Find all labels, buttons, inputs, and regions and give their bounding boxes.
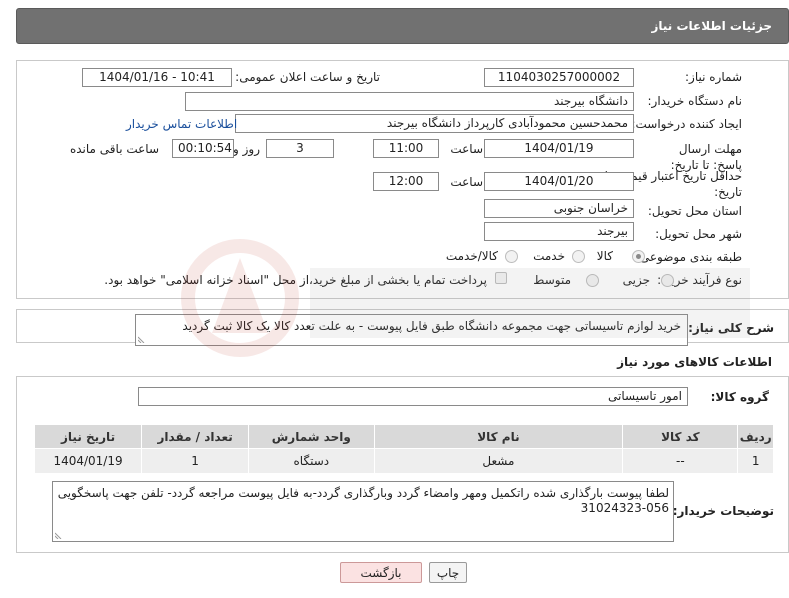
description-label: شرح کلی نیاز: <box>688 321 774 335</box>
cell-code: -- <box>622 448 739 474</box>
table-row: 1 -- مشعل دستگاه 1 1404/01/19 <box>33 448 774 474</box>
col-quantity: تعداد / مقدار <box>141 424 250 449</box>
process-minor-radio[interactable] <box>661 274 674 287</box>
goods-table: ردیف کد کالا نام کالا واحد شمارش تعداد /… <box>33 424 774 474</box>
goods-group-field: امور تاسیساتی <box>138 387 688 406</box>
remaining-label: ساعت باقی مانده <box>69 142 159 156</box>
buyer-org-field: دانشگاه بیرجند <box>185 92 634 111</box>
goods-section-title: اطلاعات کالاهای مورد نیاز <box>617 355 772 369</box>
col-date: تاریخ نیاز <box>33 424 143 449</box>
description-text: خرید لوازم تاسیساتی جهت مجموعه دانشگاه ط… <box>182 319 681 333</box>
back-button[interactable]: بازگشت <box>340 562 422 583</box>
deadline-date-field: 1404/01/19 <box>484 139 634 158</box>
need-number-label: شماره نیاز: <box>685 70 742 84</box>
province-label: استان محل تحویل: <box>647 204 742 218</box>
process-medium-radio[interactable] <box>586 274 599 287</box>
price-validity-date-field: 1404/01/20 <box>484 172 634 191</box>
category-goods-service-radio[interactable] <box>505 250 518 263</box>
days-label: روز و <box>233 142 260 156</box>
requester-label: ایجاد کننده درخواست: <box>631 117 742 131</box>
page-header: جزئیات اطلاعات نیاز <box>16 8 789 44</box>
treasury-payment-note: پرداخت تمام یا بخشی از مبلغ خرید،از محل … <box>104 273 487 287</box>
price-validity-time-field: 12:00 <box>373 172 439 191</box>
process-medium-label: متوسط <box>533 273 571 287</box>
description-textarea: خرید لوازم تاسیساتی جهت مجموعه دانشگاه ط… <box>135 314 688 346</box>
need-number-field: 1104030257000002 <box>484 68 634 87</box>
category-goods-label: کالا <box>596 249 613 263</box>
cell-name: مشعل <box>373 448 624 474</box>
cell-unit: دستگاه <box>248 448 375 474</box>
days-count-field: 3 <box>266 139 334 158</box>
requester-field: محمدحسین محمودآبادی کارپرداز دانشگاه بیر… <box>235 114 634 133</box>
category-goods-service-label: کالا/خدمت <box>445 249 498 263</box>
col-row: ردیف <box>737 424 774 449</box>
col-code: کد کالا <box>622 424 739 449</box>
cell-date: 1404/01/19 <box>33 448 143 474</box>
province-field: خراسان جنوبی <box>484 199 634 218</box>
buyer-notes-label: توضیحات خریدار: <box>672 504 774 518</box>
deadline-time-field: 11:00 <box>373 139 439 158</box>
category-goods-radio[interactable] <box>632 250 645 263</box>
price-validity-time-label: ساعت <box>450 175 483 189</box>
city-label: شهر محل تحویل: <box>655 227 742 241</box>
treasury-payment-checkbox[interactable] <box>495 272 507 284</box>
resize-handle-icon <box>138 336 145 343</box>
print-button[interactable]: چاپ <box>429 562 467 583</box>
page-title: جزئیات اطلاعات نیاز <box>651 19 772 33</box>
city-field: بیرجند <box>484 222 634 241</box>
buyer-notes-text: لطفا پیوست بارگذاری شده راتکمیل ومهر وام… <box>57 486 669 515</box>
category-service-label: خدمت <box>533 249 565 263</box>
goods-table-header: ردیف کد کالا نام کالا واحد شمارش تعداد /… <box>33 424 774 449</box>
buyer-notes-textarea: لطفا پیوست بارگذاری شده راتکمیل ومهر وام… <box>52 481 674 542</box>
col-name: نام کالا <box>373 424 624 449</box>
buyer-contact-link[interactable]: اطلاعات تماس خریدار <box>126 117 237 131</box>
deadline-time-label: ساعت <box>450 142 483 156</box>
category-label: طبقه بندی موضوعی: <box>635 250 742 264</box>
goods-group-label: گروه کالا: <box>710 390 769 404</box>
cell-quantity: 1 <box>141 448 250 474</box>
buyer-org-label: نام دستگاه خریدار: <box>647 94 743 108</box>
cell-row: 1 <box>737 448 774 474</box>
col-unit: واحد شمارش <box>248 424 375 449</box>
category-service-radio[interactable] <box>572 250 585 263</box>
process-minor-label: جزیی <box>622 273 650 287</box>
announce-label: تاریخ و ساعت اعلان عمومی: <box>235 70 380 84</box>
remaining-time-field: 00:10:54 <box>172 139 234 158</box>
announce-field: 1404/01/16 - 10:41 <box>82 68 232 87</box>
resize-handle-icon <box>55 532 62 539</box>
